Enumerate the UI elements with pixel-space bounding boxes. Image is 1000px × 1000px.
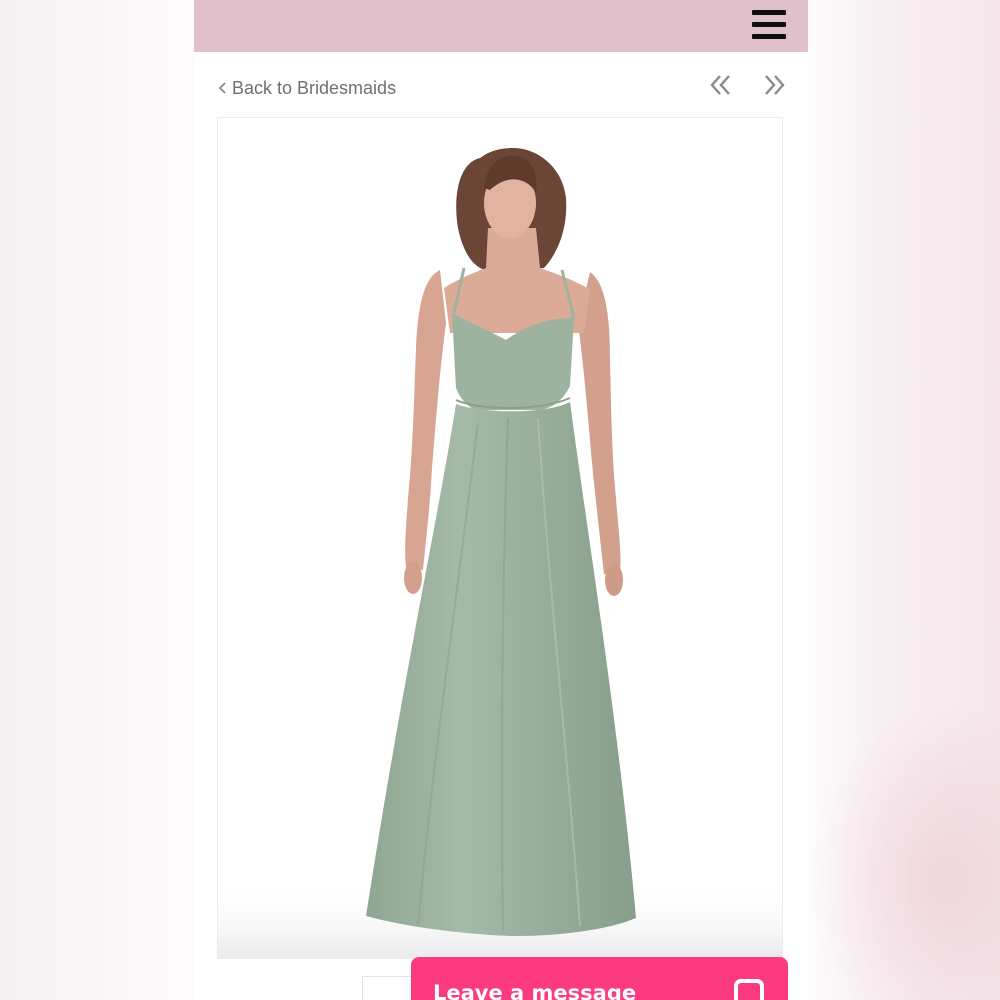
leave-a-message-button[interactable]: Leave a message xyxy=(411,957,788,1000)
hamburger-menu-icon[interactable] xyxy=(752,10,786,40)
chat-bubble-icon xyxy=(734,979,764,1000)
dress-model-illustration xyxy=(218,148,782,958)
background-glow xyxy=(808,700,1000,1000)
top-header-bar xyxy=(194,0,808,52)
product-image[interactable] xyxy=(217,117,783,959)
back-to-bridesmaids-link[interactable]: Back to Bridesmaids xyxy=(216,76,396,100)
double-chevron-right-icon[interactable] xyxy=(761,72,787,98)
back-link-label: Back to Bridesmaids xyxy=(232,77,397,98)
mobile-page: Back to Bridesmaids Leave a message xyxy=(194,0,808,1000)
chevron-left-icon xyxy=(218,82,226,94)
thumbnail-item[interactable] xyxy=(362,976,414,1000)
double-chevron-left-icon[interactable] xyxy=(708,72,734,98)
chat-label: Leave a message xyxy=(433,981,637,1000)
